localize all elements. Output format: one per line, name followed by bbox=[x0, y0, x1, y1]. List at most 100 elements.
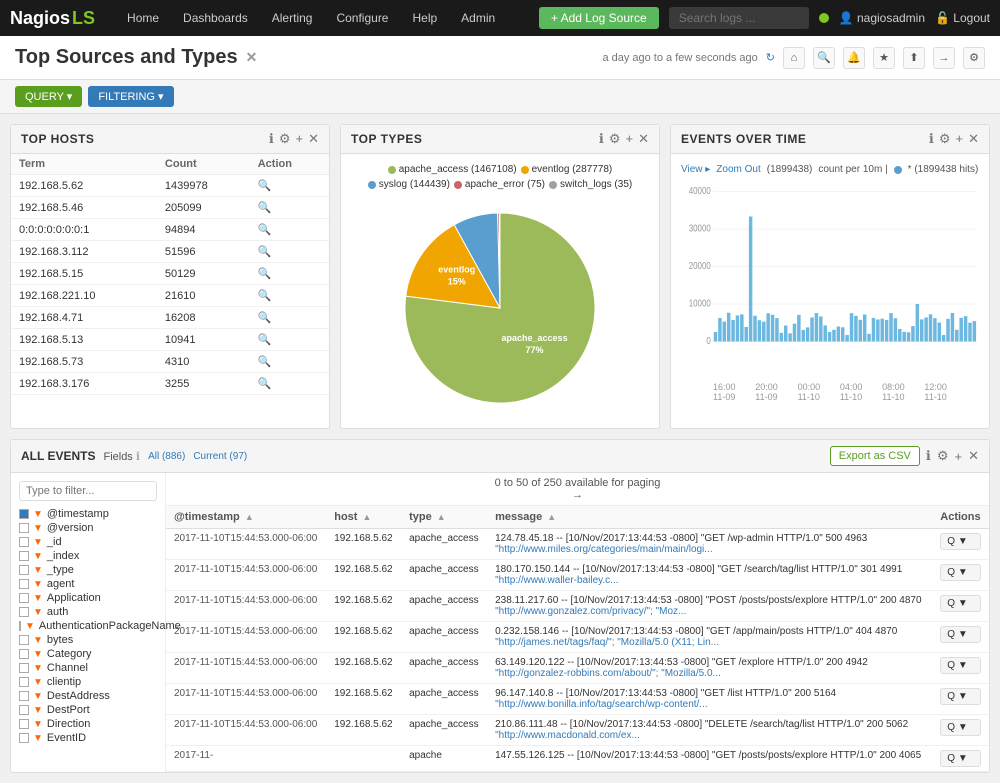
field-item[interactable]: ▼ @version bbox=[19, 521, 157, 535]
field-checkbox[interactable] bbox=[19, 579, 29, 589]
search-icon[interactable]: 🔍 bbox=[258, 290, 272, 302]
event-message-link[interactable]: "http://www.macdonald.com/ex... bbox=[495, 730, 640, 741]
export-icon[interactable]: ⬆ bbox=[903, 47, 925, 69]
close-icon[interactable]: ✕ bbox=[968, 448, 979, 464]
field-checkbox[interactable] bbox=[19, 691, 29, 701]
nav-dashboards[interactable]: Dashboards bbox=[171, 0, 260, 36]
close-icon[interactable]: ✕ bbox=[308, 131, 319, 147]
home-icon[interactable]: ⌂ bbox=[783, 47, 805, 69]
field-checkbox[interactable] bbox=[19, 565, 29, 575]
view-link[interactable]: View ▸ bbox=[681, 164, 710, 175]
gear-icon[interactable]: ⚙ bbox=[609, 131, 621, 147]
field-checkbox[interactable] bbox=[19, 663, 29, 673]
col-type[interactable]: type ▲ bbox=[401, 506, 487, 529]
forward-icon[interactable]: → bbox=[933, 47, 955, 69]
nav-admin[interactable]: Admin bbox=[449, 0, 507, 36]
info-icon[interactable]: ℹ bbox=[926, 448, 931, 464]
search-icon[interactable]: 🔍 bbox=[258, 202, 272, 214]
search-icon[interactable]: 🔍 bbox=[258, 180, 272, 192]
info-icon[interactable]: ℹ bbox=[929, 131, 934, 147]
field-checkbox[interactable] bbox=[19, 635, 29, 645]
field-item[interactable]: ▼ auth bbox=[19, 605, 157, 619]
add-icon[interactable]: + bbox=[956, 131, 964, 147]
all-count[interactable]: All (886) bbox=[148, 451, 185, 462]
search-icon[interactable]: 🔍 bbox=[258, 378, 272, 390]
nav-help[interactable]: Help bbox=[400, 0, 449, 36]
add-log-source-button[interactable]: + Add Log Source bbox=[539, 7, 659, 29]
event-message-link[interactable]: "http://gonzalez-robbins.com/about/"; "M… bbox=[495, 668, 721, 679]
field-checkbox[interactable] bbox=[19, 649, 29, 659]
action-button[interactable]: Q ▼ bbox=[940, 719, 981, 736]
query-button[interactable]: QUERY ▾ bbox=[15, 86, 82, 107]
gear-icon[interactable]: ⚙ bbox=[939, 131, 951, 147]
action-button[interactable]: Q ▼ bbox=[940, 750, 981, 767]
field-item[interactable]: ▼ @timestamp bbox=[19, 507, 157, 521]
field-item[interactable]: ▼ Application bbox=[19, 591, 157, 605]
nav-logout[interactable]: 🔓 Logout bbox=[935, 11, 990, 25]
field-checkbox[interactable] bbox=[19, 509, 29, 519]
search-icon[interactable]: 🔍 bbox=[258, 246, 272, 258]
field-checkbox[interactable] bbox=[19, 677, 29, 687]
settings-icon[interactable]: ⚙ bbox=[963, 47, 985, 69]
col-message[interactable]: message ▲ bbox=[487, 506, 932, 529]
search-icon[interactable]: 🔍 bbox=[813, 47, 835, 69]
nav-alerting[interactable]: Alerting bbox=[260, 0, 325, 36]
close-icon[interactable]: ✕ bbox=[638, 131, 649, 147]
field-checkbox[interactable] bbox=[19, 719, 29, 729]
action-button[interactable]: Q ▼ bbox=[940, 595, 981, 612]
event-message-link[interactable]: "http://www.waller-bailey.c... bbox=[495, 575, 618, 586]
col-timestamp[interactable]: @timestamp ▲ bbox=[166, 506, 326, 529]
search-icon[interactable]: 🔍 bbox=[258, 356, 272, 368]
filtering-button[interactable]: FILTERING ▾ bbox=[88, 86, 173, 107]
event-message-link[interactable]: "http://james.net/tags/faq/"; "Mozilla/5… bbox=[495, 637, 719, 648]
field-checkbox[interactable] bbox=[19, 621, 21, 631]
action-button[interactable]: Q ▼ bbox=[940, 657, 981, 674]
field-checkbox[interactable] bbox=[19, 551, 29, 561]
gear-icon[interactable]: ⚙ bbox=[279, 131, 291, 147]
search-input[interactable] bbox=[669, 7, 809, 29]
field-item[interactable]: ▼ Direction bbox=[19, 717, 157, 731]
field-filter-input[interactable] bbox=[19, 481, 157, 501]
star-icon[interactable]: ★ bbox=[873, 47, 895, 69]
action-button[interactable]: Q ▼ bbox=[940, 533, 981, 550]
zoom-out-link[interactable]: Zoom Out bbox=[716, 164, 760, 175]
col-host[interactable]: host ▲ bbox=[326, 506, 401, 529]
event-message-link[interactable]: "http://www.miles.org/categories/main/ma… bbox=[495, 544, 713, 555]
info-icon[interactable]: ℹ bbox=[599, 131, 604, 147]
nav-user[interactable]: 👤 nagiosadmin bbox=[839, 11, 925, 25]
field-item[interactable]: ▼ _id bbox=[19, 535, 157, 549]
add-icon[interactable]: + bbox=[626, 131, 634, 147]
action-button[interactable]: Q ▼ bbox=[940, 688, 981, 705]
search-icon[interactable]: 🔍 bbox=[258, 312, 272, 324]
add-icon[interactable]: + bbox=[296, 131, 304, 147]
field-item[interactable]: ▼ clientip bbox=[19, 675, 157, 689]
field-checkbox[interactable] bbox=[19, 733, 29, 743]
refresh-icon[interactable]: ↻ bbox=[766, 51, 775, 64]
field-checkbox[interactable] bbox=[19, 537, 29, 547]
field-item[interactable]: ▼ bytes bbox=[19, 633, 157, 647]
page-close-icon[interactable]: ✕ bbox=[246, 49, 258, 66]
export-csv-button[interactable]: Export as CSV bbox=[830, 446, 920, 466]
nav-home[interactable]: Home bbox=[115, 0, 171, 36]
current-count[interactable]: Current (97) bbox=[193, 451, 247, 462]
search-icon[interactable]: 🔍 bbox=[258, 334, 272, 346]
field-checkbox[interactable] bbox=[19, 523, 29, 533]
search-icon[interactable]: 🔍 bbox=[258, 268, 272, 280]
search-icon[interactable]: 🔍 bbox=[258, 224, 272, 236]
field-checkbox[interactable] bbox=[19, 593, 29, 603]
field-checkbox[interactable] bbox=[19, 705, 29, 715]
field-item[interactable]: ▼ EventID bbox=[19, 731, 157, 745]
field-item[interactable]: ▼ agent bbox=[19, 577, 157, 591]
nav-configure[interactable]: Configure bbox=[324, 0, 400, 36]
close-icon[interactable]: ✕ bbox=[968, 131, 979, 147]
field-item[interactable]: ▼ AuthenticationPackageName bbox=[19, 619, 157, 633]
field-item[interactable]: ▼ _type bbox=[19, 563, 157, 577]
field-item[interactable]: ▼ _index bbox=[19, 549, 157, 563]
field-checkbox[interactable] bbox=[19, 607, 29, 617]
add-icon[interactable]: + bbox=[955, 449, 963, 464]
field-item[interactable]: ▼ Channel bbox=[19, 661, 157, 675]
action-button[interactable]: Q ▼ bbox=[940, 564, 981, 581]
next-page-arrow[interactable]: → bbox=[170, 489, 985, 501]
bell-icon[interactable]: 🔔 bbox=[843, 47, 865, 69]
field-item[interactable]: ▼ DestPort bbox=[19, 703, 157, 717]
